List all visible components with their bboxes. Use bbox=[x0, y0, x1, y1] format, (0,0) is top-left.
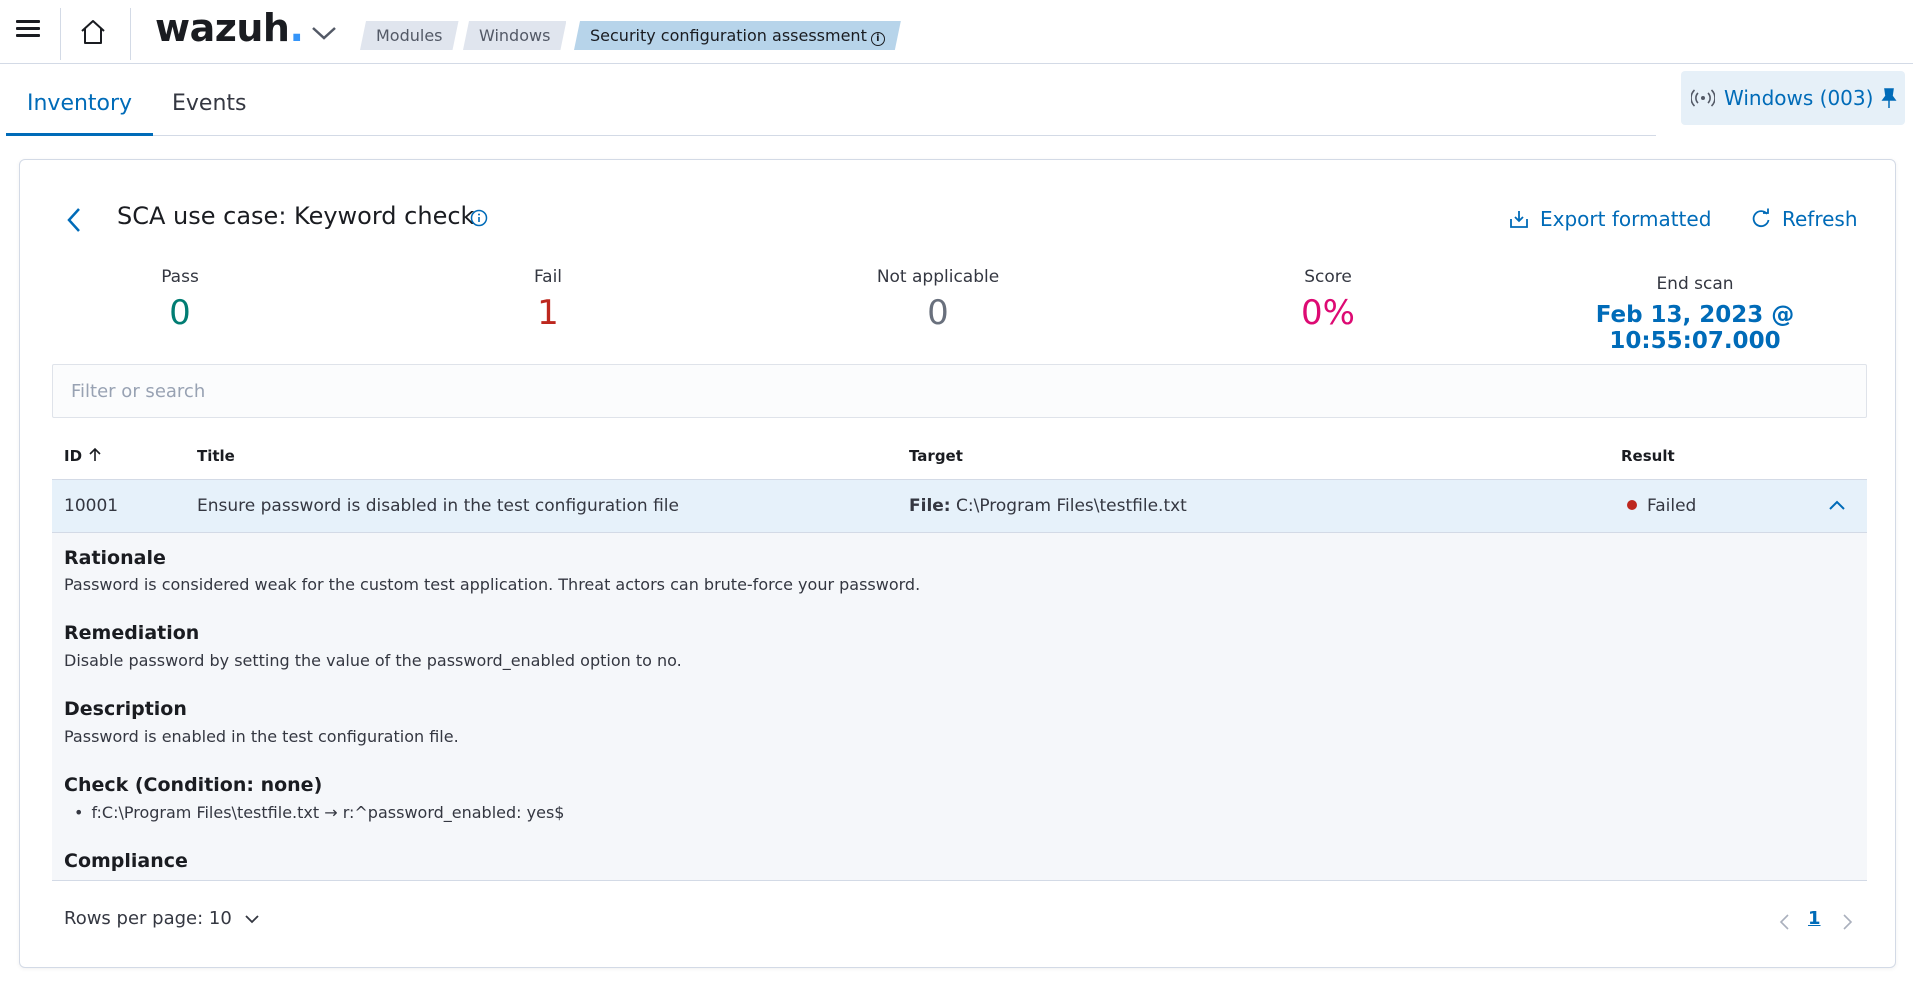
check-item: • f:C:\Program Files\testfile.txt → r:^pa… bbox=[74, 803, 565, 822]
stat-end-scan: End scan Feb 13, 2023 @ 10:55:07.000 bbox=[1530, 274, 1860, 354]
search-input[interactable] bbox=[52, 364, 1867, 418]
stat-value: 0 bbox=[927, 293, 949, 333]
stat-score: Score 0% bbox=[1268, 267, 1388, 333]
description-text: Password is enabled in the test configur… bbox=[64, 727, 459, 746]
breadcrumb-label: Security configuration assessment bbox=[590, 26, 867, 45]
menu-icon[interactable] bbox=[16, 20, 40, 44]
column-header-result[interactable]: Result bbox=[1621, 447, 1675, 465]
sort-ascending-icon bbox=[89, 447, 101, 461]
wazuh-logo[interactable]: wazuh. bbox=[155, 6, 304, 50]
refresh-icon bbox=[1752, 208, 1770, 228]
stat-label: Score bbox=[1304, 267, 1352, 287]
table-row[interactable]: 10001 Ensure password is disabled in the… bbox=[52, 479, 1867, 533]
export-label: Export formatted bbox=[1540, 207, 1712, 231]
refresh-button[interactable]: Refresh bbox=[1752, 207, 1858, 231]
refresh-label: Refresh bbox=[1782, 207, 1858, 231]
rationale-heading: Rationale bbox=[64, 547, 166, 569]
breadcrumb-windows[interactable]: Windows bbox=[463, 21, 566, 50]
info-icon[interactable] bbox=[470, 209, 488, 227]
header-divider bbox=[130, 8, 131, 60]
export-formatted-button[interactable]: Export formatted bbox=[1510, 207, 1712, 231]
top-header: wazuh. Modules Windows Security configur… bbox=[0, 0, 1913, 64]
home-icon[interactable] bbox=[78, 17, 108, 47]
stat-pass: Pass 0 bbox=[120, 267, 240, 333]
tab-bar: Inventory Events bbox=[6, 64, 1656, 136]
column-header-id[interactable]: ID bbox=[64, 447, 103, 465]
pin-icon[interactable] bbox=[1879, 87, 1899, 109]
column-header-title[interactable]: Title bbox=[197, 447, 235, 465]
stat-label: Fail bbox=[533, 267, 563, 287]
rows-per-page-select[interactable]: Rows per page: 10 bbox=[64, 908, 260, 929]
header-divider bbox=[60, 8, 61, 60]
row-target: File: C:\Program Files\testfile.txt bbox=[909, 496, 1187, 516]
remediation-text: Disable password by setting the value of… bbox=[64, 651, 682, 670]
row-title: Ensure password is disabled in the test … bbox=[197, 496, 679, 516]
row-id: 10001 bbox=[64, 496, 119, 516]
target-label: File: bbox=[909, 496, 951, 516]
stat-value: 0% bbox=[1301, 293, 1355, 333]
compliance-heading: Compliance bbox=[64, 850, 188, 872]
agent-label: Windows (003) bbox=[1724, 86, 1874, 110]
stat-not-applicable: Not applicable 0 bbox=[838, 267, 1038, 333]
check-heading: Check (Condition: none) bbox=[64, 774, 323, 796]
download-icon bbox=[1510, 211, 1528, 228]
tab-inventory[interactable]: Inventory bbox=[6, 64, 154, 136]
stat-label: Pass bbox=[161, 267, 199, 287]
info-icon: i bbox=[871, 32, 885, 46]
status-dot-icon bbox=[1627, 500, 1637, 510]
result-label: Failed bbox=[1647, 496, 1697, 516]
column-header-target[interactable]: Target bbox=[909, 447, 963, 465]
chevron-left-icon bbox=[1779, 914, 1789, 930]
agent-selector[interactable]: Windows (003) bbox=[1681, 71, 1905, 125]
target-value: C:\Program Files\testfile.txt bbox=[956, 496, 1187, 516]
row-details: Rationale Password is considered weak fo… bbox=[52, 533, 1867, 881]
chevron-right-icon[interactable] bbox=[1840, 912, 1854, 932]
stat-value: 0 bbox=[169, 293, 191, 333]
tab-events[interactable]: Events bbox=[151, 64, 268, 136]
chevron-up-icon[interactable] bbox=[1828, 497, 1846, 515]
breadcrumb-modules[interactable]: Modules bbox=[360, 21, 459, 50]
rationale-text: Password is considered weak for the cust… bbox=[64, 575, 921, 594]
stat-label: Not applicable bbox=[876, 267, 1000, 287]
back-arrow-icon[interactable] bbox=[62, 204, 88, 236]
description-heading: Description bbox=[64, 698, 187, 720]
stat-value: Feb 13, 2023 @ 10:55:07.000 bbox=[1595, 302, 1795, 354]
page-title: SCA use case: Keyword check bbox=[117, 202, 475, 230]
row-result: Failed bbox=[1627, 496, 1696, 516]
page-number[interactable]: 1 bbox=[1808, 908, 1821, 929]
stat-value: 1 bbox=[537, 293, 559, 333]
stat-fail: Fail 1 bbox=[488, 267, 608, 333]
stat-label: End scan bbox=[1656, 274, 1734, 294]
breadcrumb-sca[interactable]: Security configuration assessment i bbox=[574, 21, 901, 50]
chevron-down-icon[interactable] bbox=[310, 22, 338, 44]
broadcast-icon bbox=[1691, 89, 1715, 107]
sca-panel: SCA use case: Keyword check Export forma… bbox=[19, 159, 1896, 968]
remediation-heading: Remediation bbox=[64, 622, 200, 644]
chevron-down-icon bbox=[244, 915, 259, 924]
